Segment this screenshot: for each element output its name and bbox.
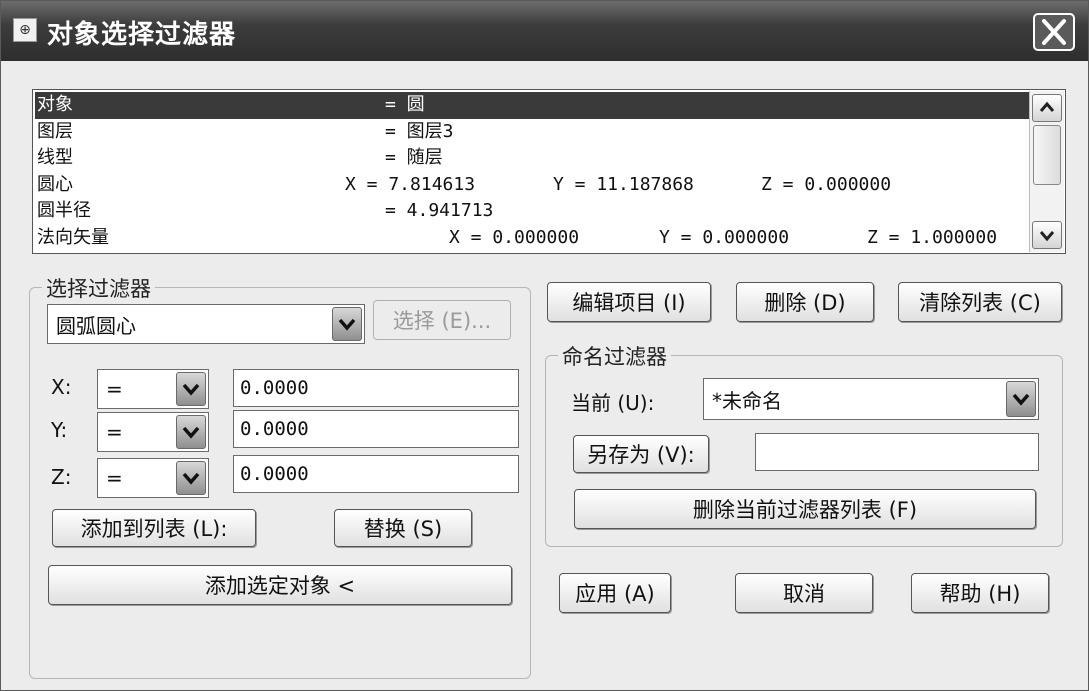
list-item-name: 对象 (37, 94, 73, 115)
list-item-name: 圆心 (37, 173, 73, 195)
filter-list[interactable]: 对象 = 圆 图层 = 图层3 线型 = 随层 圆心 X = 7.814613 … (32, 89, 1066, 254)
scroll-up-button[interactable] (1032, 94, 1062, 122)
select-button[interactable]: 选择 (E)... (373, 300, 511, 340)
list-item-value: = 图层3 (385, 120, 454, 142)
chevron-down-icon (1039, 231, 1055, 242)
list-item-x: X = 7.814613 (345, 173, 476, 195)
chevron-down-icon (1012, 393, 1030, 406)
dialog-body: 对象 = 圆 图层 = 图层3 线型 = 随层 圆心 X = 7.814613 … (9, 69, 1080, 683)
filter-list-rows: 对象 = 圆 图层 = 图层3 线型 = 随层 圆心 X = 7.814613 … (35, 92, 1029, 252)
list-item-value: = 随层 (385, 147, 443, 168)
list-item[interactable]: 圆心 X = 7.814613 Y = 11.187868 Z = 0.0000… (35, 172, 1029, 199)
list-item[interactable]: 圆半径 = 4.941713 (35, 198, 1029, 225)
z-value-input[interactable]: 0.0000 (233, 455, 519, 493)
chevron-down-icon (182, 383, 200, 396)
object-type-select[interactable]: 圆弧圆心 (47, 304, 365, 344)
clear-list-button[interactable]: 清除列表 (C) (898, 282, 1062, 322)
replace-button[interactable]: 替换 (S) (334, 509, 472, 547)
object-type-value: 圆弧圆心 (56, 313, 136, 338)
current-label: 当前 (U): (571, 391, 655, 415)
scroll-thumb[interactable] (1033, 125, 1061, 185)
y-operator-value: = (106, 420, 123, 444)
list-item[interactable]: 线型 = 随层 (35, 145, 1029, 172)
app-icon: ⊕ (13, 18, 37, 42)
apply-button[interactable]: 应用 (A) (559, 573, 671, 613)
save-as-input[interactable] (755, 433, 1039, 471)
add-to-list-button[interactable]: 添加到列表 (L): (52, 509, 256, 547)
list-item-name: 圆半径 (37, 200, 91, 221)
list-item-z: Z = 1.000000 (867, 226, 998, 248)
x-operator-value: = (106, 377, 123, 401)
dropdown-button[interactable] (176, 461, 206, 495)
close-button[interactable] (1033, 13, 1075, 51)
list-item-value: = 圆 (385, 94, 425, 115)
list-item-value: = 4.941713 (385, 200, 494, 221)
named-filter-title: 命名过滤器 (558, 341, 671, 371)
save-as-button[interactable]: 另存为 (V): (573, 435, 709, 473)
dropdown-button[interactable] (176, 415, 206, 449)
close-icon (1042, 19, 1066, 45)
chevron-down-icon (338, 318, 356, 331)
z-label: Z: (51, 465, 72, 489)
title-bar[interactable]: ⊕ 对象选择过滤器 (1, 1, 1088, 61)
chevron-down-icon (182, 426, 200, 439)
list-item[interactable]: 法向矢量 X = 0.000000 Y = 0.000000 Z = 1.000… (35, 225, 1029, 252)
y-label: Y: (51, 418, 68, 442)
list-item-z: Z = 0.000000 (761, 173, 892, 195)
z-operator-select[interactable]: = (97, 458, 209, 498)
edit-item-button[interactable]: 编辑项目 (I) (547, 282, 711, 322)
y-operator-select[interactable]: = (97, 412, 209, 452)
filter-dialog: ⊕ 对象选择过滤器 对象 = 圆 图层 = 图层3 线型 = 随层 圆心 X =… (0, 0, 1089, 691)
list-item-y: Y = 11.187868 (553, 173, 694, 195)
dropdown-button[interactable] (176, 372, 206, 406)
dropdown-button[interactable] (332, 307, 362, 341)
list-scrollbar[interactable] (1029, 91, 1064, 252)
list-item-name: 线型 (37, 147, 73, 168)
dropdown-button[interactable] (1006, 381, 1036, 417)
chevron-down-icon (182, 472, 200, 485)
z-operator-value: = (106, 466, 123, 490)
window-title: 对象选择过滤器 (47, 20, 237, 50)
add-selected-object-button[interactable]: 添加选定对象 < (48, 565, 512, 605)
cancel-button[interactable]: 取消 (735, 573, 873, 613)
delete-current-filter-button[interactable]: 删除当前过滤器列表 (F) (574, 489, 1036, 529)
list-item-x: X = 0.000000 (449, 226, 580, 248)
select-filter-title: 选择过滤器 (42, 273, 155, 303)
current-filter-value: *未命名 (712, 388, 782, 413)
current-filter-select[interactable]: *未命名 (703, 378, 1039, 420)
list-item-name: 法向矢量 (37, 226, 109, 248)
scroll-down-button[interactable] (1032, 221, 1062, 249)
delete-button[interactable]: 删除 (D) (736, 282, 874, 322)
list-item-name: 图层 (37, 120, 73, 142)
chevron-up-icon (1039, 101, 1055, 112)
list-item-y: Y = 0.000000 (659, 226, 790, 248)
help-button[interactable]: 帮助 (H) (911, 573, 1049, 613)
y-value-input[interactable]: 0.0000 (233, 410, 519, 448)
x-value-input[interactable]: 0.0000 (233, 369, 519, 407)
x-operator-select[interactable]: = (97, 369, 209, 409)
list-item[interactable]: 对象 = 圆 (35, 92, 1029, 119)
list-item[interactable]: 图层 = 图层3 (35, 119, 1029, 146)
x-label: X: (51, 375, 72, 399)
